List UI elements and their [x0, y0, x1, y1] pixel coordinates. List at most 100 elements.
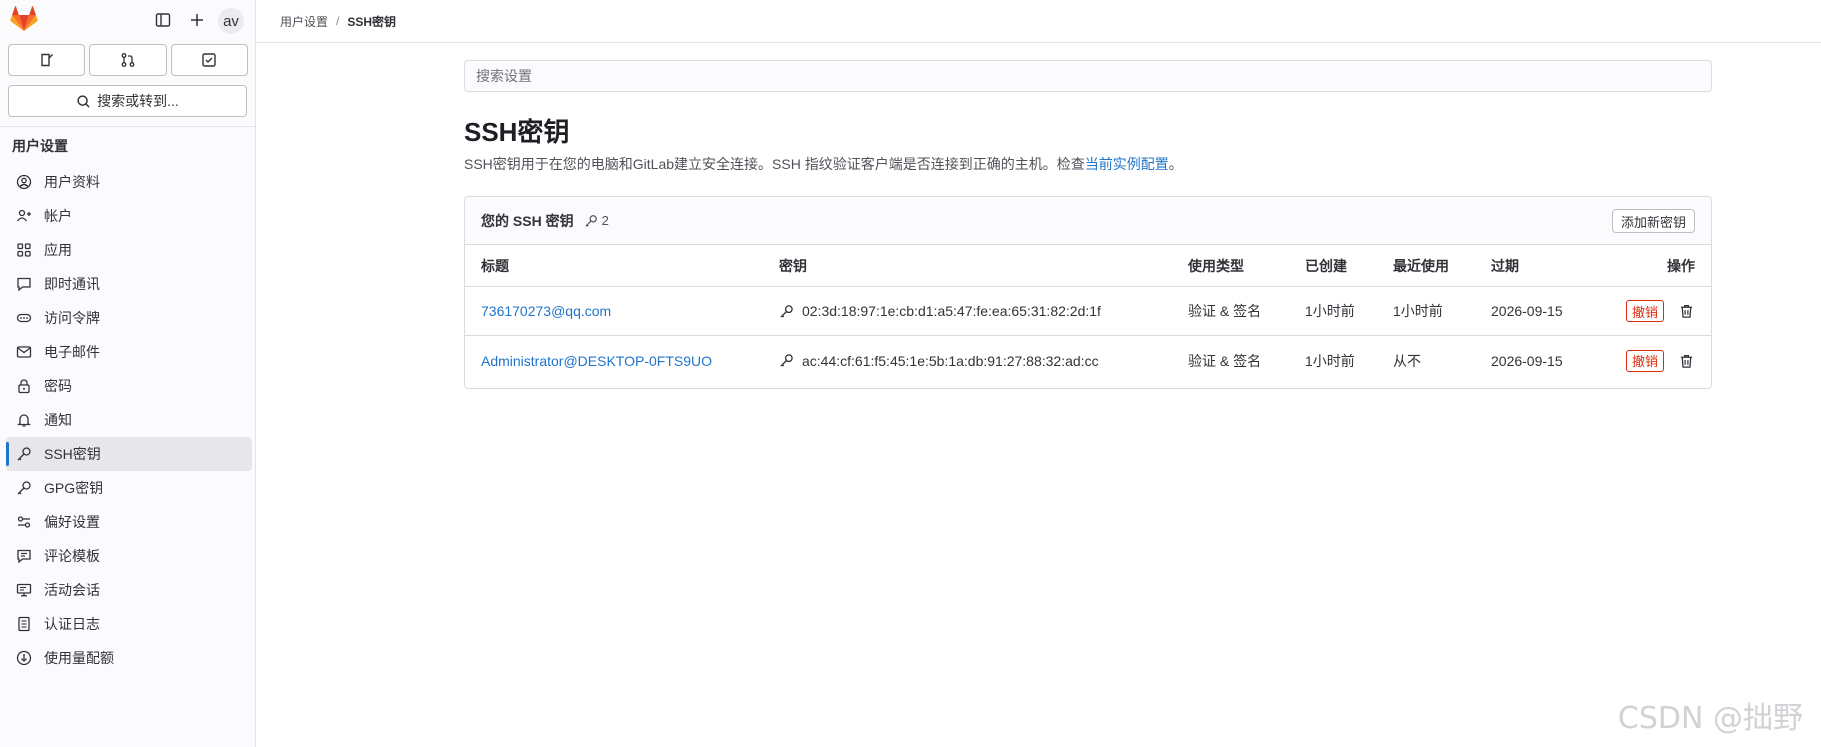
- last-used-time: 1小时前: [1393, 303, 1443, 319]
- expires-date: 2026-09-15: [1491, 352, 1563, 369]
- merge-requests-button[interactable]: [89, 44, 167, 76]
- page-title: SSH密钥: [464, 117, 570, 147]
- issues-icon: [40, 53, 53, 67]
- usage-type: 验证 & 签名: [1188, 352, 1262, 369]
- sidebar-item-chat[interactable]: 即时通讯: [6, 267, 252, 301]
- key-fingerprint: ac:44:cf:61:f5:45:1e:5b:1a:db:91:27:88:3…: [779, 336, 1099, 385]
- revoke-button[interactable]: 撤销: [1625, 349, 1664, 372]
- key-title-link[interactable]: 736170273@qq.com: [481, 287, 611, 335]
- lock-icon: [15, 377, 33, 395]
- profile-icon: [15, 173, 33, 191]
- merge-request-icon: [121, 53, 135, 67]
- plus-icon[interactable]: [186, 9, 208, 31]
- sidebar-item-label: 密码: [44, 378, 72, 394]
- settings-search-input[interactable]: [464, 60, 1712, 92]
- sidebar-item-label: 电子邮件: [44, 344, 100, 360]
- sidebar-item-label: 认证日志: [44, 616, 100, 632]
- column-header-usage: 使用类型: [1188, 257, 1244, 274]
- avatar[interactable]: av: [218, 8, 244, 34]
- sidebar-item-label: 访问令牌: [44, 310, 100, 326]
- column-header-title: 标题: [481, 257, 509, 274]
- breadcrumb-parent-link[interactable]: 用户设置: [280, 13, 328, 30]
- column-header-key: 密钥: [779, 257, 807, 274]
- mail-icon: [15, 343, 33, 361]
- fingerprint-text: ac:44:cf:61:f5:45:1e:5b:1a:db:91:27:88:3…: [802, 352, 1099, 369]
- sidebar-item-label: 通知: [44, 412, 72, 428]
- sidebar-item-label: 评论模板: [44, 548, 100, 564]
- sidebar-item-label: 偏好设置: [44, 514, 100, 530]
- sidebar-item-notifications[interactable]: 通知: [6, 403, 252, 437]
- usage-type: 验证 & 签名: [1188, 303, 1262, 319]
- chat-icon: [15, 275, 33, 293]
- sidebar-item-access-tokens[interactable]: 访问令牌: [6, 301, 252, 335]
- comment-icon: [15, 547, 33, 565]
- fingerprint-text: 02:3d:18:97:1e:cb:d1:a5:47:fe:ea:65:31:8…: [802, 303, 1101, 319]
- sidebar-item-label: 帐户: [44, 208, 72, 224]
- sidebar-item-active-sessions[interactable]: 活动会话: [6, 573, 252, 607]
- key-icon: [780, 304, 793, 318]
- created-time: 1小时前: [1305, 303, 1355, 319]
- sidebar-item-password[interactable]: 密码: [6, 369, 252, 403]
- sidebar-item-preferences[interactable]: 偏好设置: [6, 505, 252, 539]
- sidebar-divider: [0, 126, 255, 127]
- sidebar-top: av: [0, 0, 255, 40]
- issues-button[interactable]: [8, 44, 86, 76]
- created-time: 1小时前: [1305, 352, 1355, 369]
- quick-actions: [8, 44, 248, 76]
- sidebar: av 搜索或转到... 用户设置 用户资料 帐户 应用 即时通讯 访问令牌 电子…: [0, 0, 256, 747]
- sidebar-item-label: 使用量配额: [44, 650, 114, 666]
- sidebar-item-comment-templates[interactable]: 评论模板: [6, 539, 252, 573]
- search-icon: [77, 94, 90, 108]
- sidebar-item-account[interactable]: 帐户: [6, 199, 252, 233]
- key-count-badge: 2: [584, 213, 609, 228]
- search-label: 搜索或转到...: [97, 93, 179, 109]
- sidebar-item-emails[interactable]: 电子邮件: [6, 335, 252, 369]
- bell-icon: [15, 411, 33, 429]
- sidebar-nav: 用户资料 帐户 应用 即时通讯 访问令牌 电子邮件 密码 通知 SSH密钥 GP…: [6, 165, 252, 675]
- key-icon: [584, 214, 597, 227]
- sidebar-item-usage-quotas[interactable]: 使用量配额: [6, 641, 252, 675]
- key-fingerprint: 02:3d:18:97:1e:cb:d1:a5:47:fe:ea:65:31:8…: [779, 287, 1101, 335]
- table-header: 标题 密钥 使用类型 已创建 最近使用 过期 操作: [465, 245, 1711, 287]
- sidebar-toggle-icon[interactable]: [152, 9, 174, 31]
- table-row: Administrator@DESKTOP-0FTS9UO ac:44:cf:6…: [465, 336, 1711, 385]
- watermark: CSDN @拙野: [1617, 701, 1803, 736]
- add-new-key-button[interactable]: 添加新密钥: [1611, 209, 1695, 233]
- instance-config-link[interactable]: 当前实例配置: [1085, 156, 1169, 172]
- search-or-goto-button[interactable]: 搜索或转到...: [8, 85, 247, 117]
- trash-icon[interactable]: [1677, 302, 1695, 320]
- sidebar-item-label: 活动会话: [44, 582, 100, 598]
- sidebar-item-auth-log[interactable]: 认证日志: [6, 607, 252, 641]
- sidebar-item-label: 即时通讯: [44, 276, 100, 292]
- trash-icon[interactable]: [1677, 352, 1695, 370]
- key-title-link[interactable]: Administrator@DESKTOP-0FTS9UO: [481, 336, 712, 385]
- sidebar-item-applications[interactable]: 应用: [6, 233, 252, 267]
- todos-button[interactable]: [170, 44, 248, 76]
- key-icon: [15, 445, 33, 463]
- last-used-time: 从不: [1393, 352, 1421, 369]
- gitlab-logo-icon[interactable]: [10, 6, 38, 32]
- sidebar-item-gpg-keys[interactable]: GPG密钥: [6, 471, 252, 505]
- table-row: 736170273@qq.com 02:3d:18:97:1e:cb:d1:a5…: [465, 287, 1711, 336]
- token-icon: [15, 309, 33, 327]
- sidebar-item-label: 用户资料: [44, 174, 100, 190]
- column-header-actions: 操作: [1667, 257, 1695, 274]
- description-text: SSH密钥用于在您的电脑和GitLab建立安全连接。SSH 指纹验证客户端是否连…: [464, 156, 1085, 172]
- breadcrumb-separator: /: [336, 14, 340, 28]
- ssh-keys-card: 您的 SSH 密钥 2 添加新密钥 标题 密钥 使用类型 已创建 最近使用 过期…: [464, 196, 1712, 389]
- column-header-last-used: 最近使用: [1393, 257, 1449, 274]
- revoke-button[interactable]: 撤销: [1625, 300, 1664, 322]
- account-icon: [15, 207, 33, 225]
- sidebar-item-ssh-keys[interactable]: SSH密钥: [6, 437, 252, 471]
- sidebar-item-label: 应用: [44, 242, 72, 258]
- todo-icon: [202, 53, 217, 67]
- applications-icon: [15, 241, 33, 259]
- sidebar-section-title: 用户设置: [12, 138, 68, 154]
- monitor-icon: [15, 581, 33, 599]
- quota-icon: [15, 649, 33, 667]
- breadcrumb-current: SSH密钥: [347, 14, 397, 29]
- sidebar-item-profile[interactable]: 用户资料: [6, 165, 252, 199]
- column-header-created: 已创建: [1305, 257, 1347, 274]
- key-icon: [15, 479, 33, 497]
- sidebar-item-label: SSH密钥: [44, 446, 101, 462]
